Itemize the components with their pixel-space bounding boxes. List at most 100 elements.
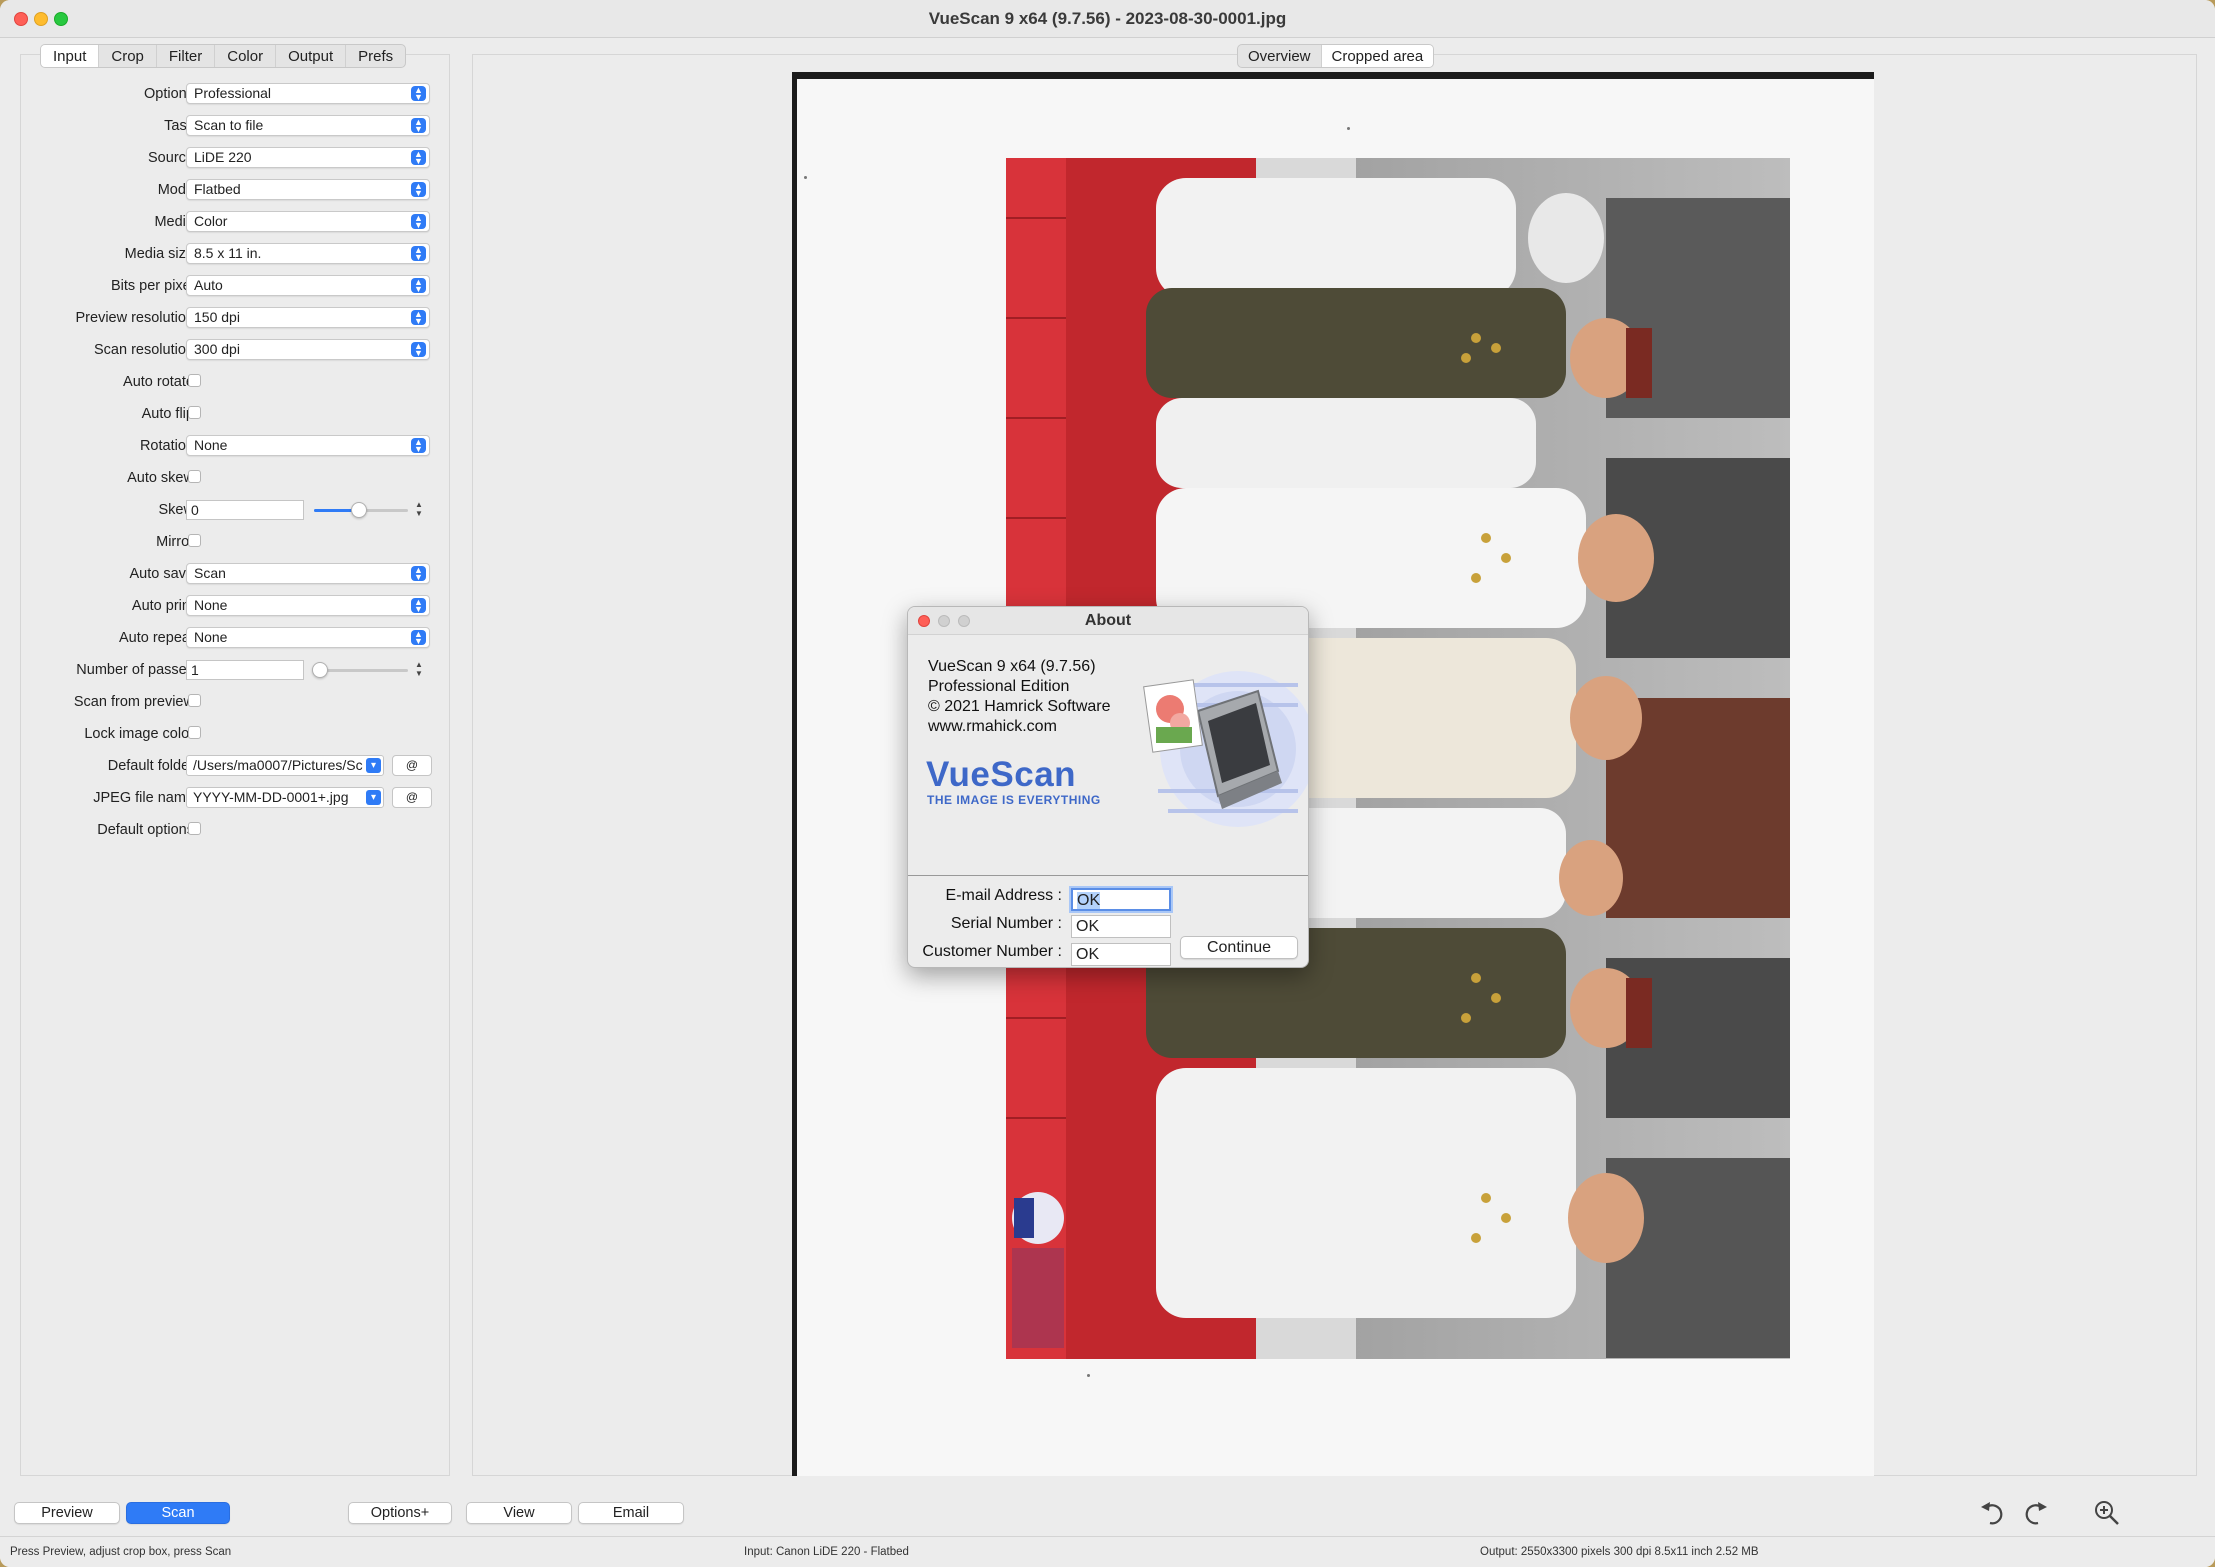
auto-save-value: Scan: [194, 565, 226, 581]
chevron-updown-icon: ▲ ▼: [411, 86, 426, 102]
serial-value: OK: [1076, 918, 1100, 935]
media-size-row: Media size: 8.5 x 11 in. ▲ ▼: [20, 240, 450, 268]
chevron-updown-icon: ▲ ▼: [411, 310, 426, 326]
chevron-updown-icon: ▲ ▼: [411, 598, 426, 614]
tab-filter[interactable]: Filter: [157, 45, 216, 67]
status-output: Output: 2550x3300 pixels 300 dpi 8.5x11 …: [1480, 1546, 1759, 1558]
about-copyright: © 2021 Hamrick Software: [928, 698, 1111, 715]
customer-field[interactable]: OK: [1071, 943, 1171, 966]
rotate-left-icon[interactable]: [1978, 1498, 2008, 1528]
tab-color[interactable]: Color: [215, 45, 277, 67]
about-info: VueScan 9 x64 (9.7.56) Professional Edit…: [928, 657, 1111, 737]
mirror-row: Mirror:: [20, 528, 450, 556]
zoom-in-icon[interactable]: [2092, 1498, 2122, 1528]
task-select[interactable]: Scan to file ▲ ▼: [186, 115, 430, 136]
jpeg-file-name-combo[interactable]: YYYY-MM-DD-0001+.jpg ▾: [186, 787, 384, 808]
jpeg-file-name-at-button[interactable]: @: [392, 787, 432, 808]
tab-overview[interactable]: Overview: [1238, 45, 1322, 67]
media-value: Color: [194, 213, 228, 229]
auto-rotate-checkbox[interactable]: [188, 374, 201, 387]
lock-image-color-checkbox[interactable]: [188, 726, 201, 739]
chevron-down-icon[interactable]: ▾: [366, 790, 381, 805]
skew-stepper[interactable]: ▲ ▼: [412, 500, 426, 520]
vuescan-logo: VueScan: [926, 755, 1077, 794]
scan-edge-top: [792, 72, 1874, 79]
serial-field[interactable]: OK: [1071, 915, 1171, 938]
default-options-checkbox[interactable]: [188, 822, 201, 835]
scan-from-preview-checkbox[interactable]: [188, 694, 201, 707]
window-title: VueScan 9 x64 (9.7.56) - 2023-08-30-0001…: [928, 9, 1287, 28]
lock-image-color-label: Lock image color:: [84, 726, 198, 742]
dust-speck: [1087, 1374, 1090, 1377]
chevron-updown-icon: ▲ ▼: [411, 438, 426, 454]
media-select[interactable]: Color ▲ ▼: [186, 211, 430, 232]
auto-print-select[interactable]: None ▲ ▼: [186, 595, 430, 616]
passes-slider[interactable]: [312, 662, 408, 678]
email-label: E-mail Address :: [945, 887, 1062, 904]
tab-crop[interactable]: Crop: [99, 45, 157, 67]
auto-skew-checkbox[interactable]: [188, 470, 201, 483]
chevron-updown-icon: ▲ ▼: [411, 246, 426, 262]
media-size-value: 8.5 x 11 in.: [194, 245, 262, 261]
mode-value: Flatbed: [194, 181, 241, 197]
source-select[interactable]: LiDE 220 ▲ ▼: [186, 147, 430, 168]
chevron-updown-icon: ▲ ▼: [411, 278, 426, 294]
task-row: Task: Scan to file ▲ ▼: [20, 112, 450, 140]
auto-repeat-value: None: [194, 629, 228, 645]
options-select[interactable]: Professional ▲ ▼: [186, 83, 430, 104]
skew-slider[interactable]: [314, 502, 408, 518]
lock-image-color-row: Lock image color:: [20, 720, 450, 748]
about-dialog: About VueScan 9 x64 (9.7.56) Professiona…: [907, 606, 1309, 968]
passes-slider-knob[interactable]: [312, 662, 328, 678]
scan-resolution-row: Scan resolution: 300 dpi ▲ ▼: [20, 336, 450, 364]
rotate-right-icon[interactable]: [2020, 1498, 2050, 1528]
tab-cropped-area[interactable]: Cropped area: [1321, 45, 1434, 67]
chevron-updown-icon: ▲ ▼: [411, 182, 426, 198]
about-edition: Professional Edition: [928, 678, 1070, 695]
rotation-value: None: [194, 437, 228, 453]
chevron-updown-icon: ▲ ▼: [411, 566, 426, 582]
bits-per-pixel-row: Bits per pixel: Auto ▲ ▼: [20, 272, 450, 300]
auto-repeat-select[interactable]: None ▲ ▼: [186, 627, 430, 648]
passes-stepper[interactable]: ▲ ▼: [412, 660, 426, 680]
chevron-updown-icon: ▲ ▼: [411, 118, 426, 134]
mirror-checkbox[interactable]: [188, 534, 201, 547]
default-folder-combo[interactable]: /Users/ma0007/Pictures/Sc ▾: [186, 755, 384, 776]
status-input: Input: Canon LiDE 220 - Flatbed: [744, 1546, 909, 1558]
about-separator: [908, 875, 1308, 876]
media-size-select[interactable]: 8.5 x 11 in. ▲ ▼: [186, 243, 430, 264]
default-folder-at-button[interactable]: @: [392, 755, 432, 776]
email-button[interactable]: Email: [578, 1502, 684, 1524]
bits-per-pixel-label: Bits per pixel:: [110, 278, 198, 294]
mode-select[interactable]: Flatbed ▲ ▼: [186, 179, 430, 200]
scan-button[interactable]: Scan: [126, 1502, 230, 1524]
auto-print-value: None: [194, 597, 228, 613]
continue-button[interactable]: Continue: [1180, 936, 1298, 959]
jpeg-file-name-row: JPEG file name: YYYY-MM-DD-0001+.jpg ▾ @: [20, 784, 450, 812]
chevron-down-icon[interactable]: ▾: [366, 758, 381, 773]
options-plus-button[interactable]: Options+: [348, 1502, 452, 1524]
tab-prefs[interactable]: Prefs: [346, 45, 405, 67]
tab-input[interactable]: Input: [41, 45, 100, 67]
serial-label: Serial Number :: [950, 915, 1062, 932]
auto-save-select[interactable]: Scan ▲ ▼: [186, 563, 430, 584]
scanner-icon: [1143, 671, 1308, 827]
rotation-select[interactable]: None ▲ ▼: [186, 435, 430, 456]
view-button[interactable]: View: [466, 1502, 572, 1524]
scan-resolution-select[interactable]: 300 dpi ▲ ▼: [186, 339, 430, 360]
skew-slider-knob[interactable]: [351, 502, 367, 518]
auto-flip-checkbox[interactable]: [188, 406, 201, 419]
media-row: Media: Color ▲ ▼: [20, 208, 450, 236]
dust-speck: [804, 176, 807, 179]
bits-per-pixel-select[interactable]: Auto ▲ ▼: [186, 275, 430, 296]
number-of-passes-input[interactable]: 1: [186, 660, 304, 680]
auto-print-row: Auto print: None ▲ ▼: [20, 592, 450, 620]
vuescan-tagline: THE IMAGE IS EVERYTHING: [927, 793, 1101, 807]
email-value: OK: [1077, 892, 1101, 909]
preview-resolution-select[interactable]: 150 dpi ▲ ▼: [186, 307, 430, 328]
tab-output[interactable]: Output: [276, 45, 347, 67]
email-field[interactable]: OK: [1071, 888, 1171, 911]
preview-button[interactable]: Preview: [14, 1502, 120, 1524]
preview-resolution-label: Preview resolution:: [75, 310, 199, 326]
skew-input[interactable]: 0: [186, 500, 304, 520]
